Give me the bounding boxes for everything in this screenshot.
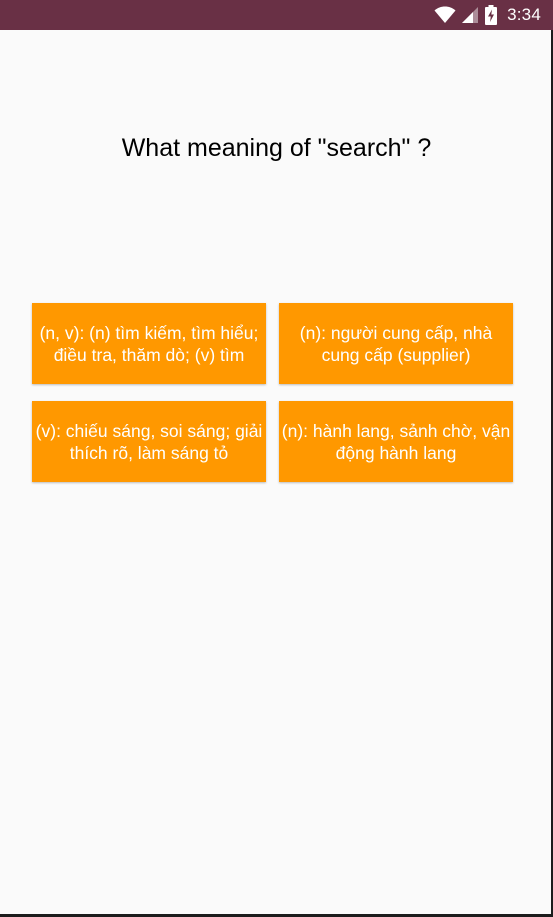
answer-button-3[interactable]: (v): chiếu sáng, soi sáng; giải thích rõ… xyxy=(32,401,266,482)
answer-button-2[interactable]: (n): người cung cấp, nhà cung cấp (suppl… xyxy=(279,303,513,384)
answer-label: (n): hành lang, sảnh chờ, vận động hành … xyxy=(281,420,511,463)
answer-button-1[interactable]: (n, v): (n) tìm kiếm, tìm hiểu; điều tra… xyxy=(32,303,266,384)
battery-charging-icon xyxy=(485,5,498,25)
answer-label: (v): chiếu sáng, soi sáng; giải thích rõ… xyxy=(35,420,263,463)
cellular-signal-icon xyxy=(462,6,479,24)
status-bar: 3:34 xyxy=(0,0,553,30)
answer-label: (n): người cung cấp, nhà cung cấp (suppl… xyxy=(299,322,493,365)
question-text: What meaning of "search" ? xyxy=(121,134,432,162)
answer-button-4[interactable]: (n): hành lang, sảnh chờ, vận động hành … xyxy=(279,401,513,482)
quiz-screen: What meaning of "search" ? (n, v): (n) t… xyxy=(0,30,553,914)
answer-label: (n, v): (n) tìm kiếm, tìm hiểu; điều tra… xyxy=(39,322,259,365)
wifi-icon xyxy=(434,6,456,24)
status-icons: 3:34 xyxy=(434,0,541,30)
clock: 3:34 xyxy=(507,5,541,24)
